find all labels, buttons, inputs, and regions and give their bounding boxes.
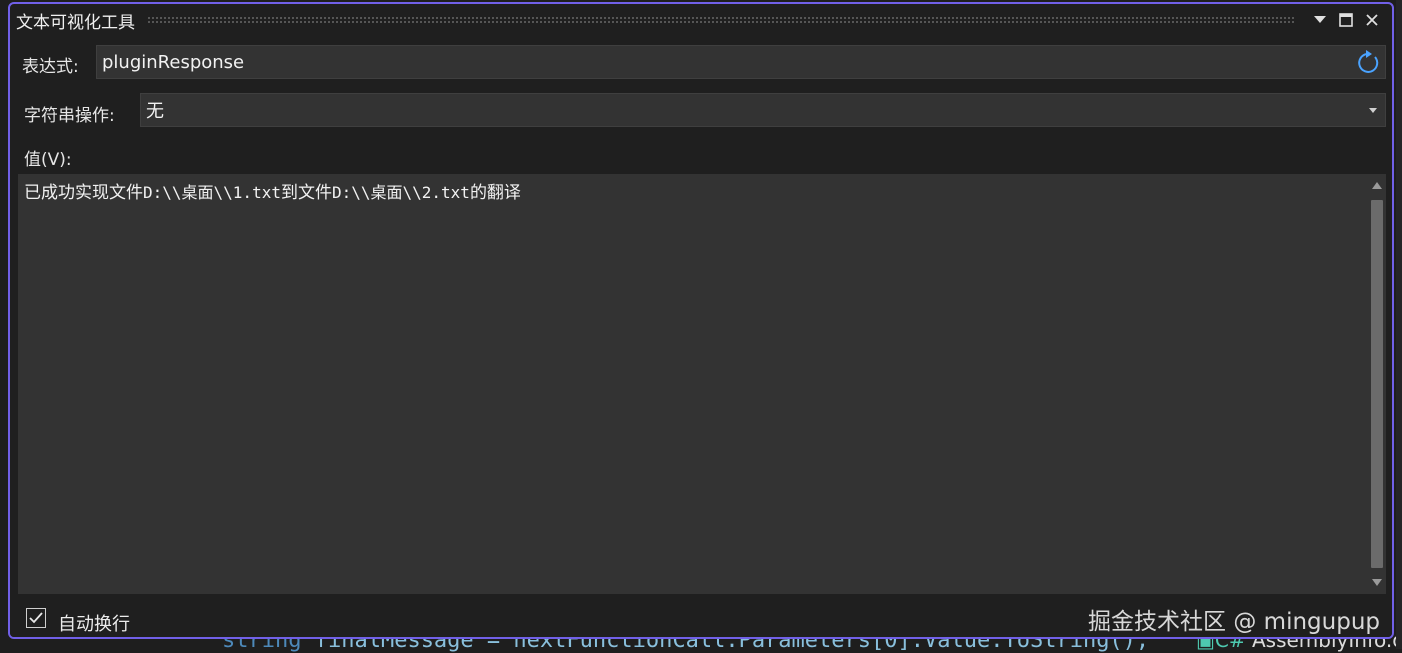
window-menu-button[interactable] — [1308, 8, 1332, 32]
value-text: 已成功实现文件D:\\桌面\\1.txt到文件D:\\桌面\\2.txt的翻译 — [24, 183, 521, 203]
expression-label: 表达式: — [22, 57, 79, 77]
value-textbox[interactable]: 已成功实现文件D:\\桌面\\1.txt到文件D:\\桌面\\2.txt的翻译 — [18, 174, 1386, 594]
word-wrap-checkbox[interactable] — [26, 608, 46, 628]
string-operation-value: 无 — [146, 101, 164, 122]
scroll-thumb[interactable] — [1371, 200, 1383, 568]
scroll-down-icon[interactable] — [1372, 579, 1382, 586]
title-bar[interactable]: 文本可视化工具 — [10, 4, 1392, 36]
word-wrap-label[interactable]: 自动换行 — [58, 610, 130, 636]
string-operation-label: 字符串操作: — [24, 106, 115, 126]
watermark: 掘金技术社区 @ mingupup — [1088, 609, 1380, 635]
checkmark-icon — [29, 612, 43, 624]
close-button[interactable] — [1360, 8, 1384, 32]
value-label: 值(V): — [24, 150, 72, 170]
expression-value: pluginResponse — [102, 51, 245, 73]
expression-input[interactable]: pluginResponse — [96, 45, 1386, 79]
footer: 自动换行 掘金技术社区 @ mingupup — [10, 596, 1392, 637]
drag-grip[interactable] — [147, 16, 1296, 24]
maximize-button[interactable] — [1334, 8, 1358, 32]
background-edge — [1396, 0, 1402, 649]
string-operation-select[interactable]: 无 — [140, 93, 1386, 127]
text-visualizer-dialog: 文本可视化工具 表达式: pluginResponse 字符串操作: 无 值(V… — [8, 2, 1394, 639]
dialog-title: 文本可视化工具 — [16, 12, 135, 33]
close-icon — [1366, 14, 1378, 26]
scroll-up-icon[interactable] — [1372, 182, 1382, 189]
chevron-down-icon — [1314, 16, 1326, 23]
refresh-icon[interactable] — [1355, 50, 1381, 81]
maximize-icon — [1339, 13, 1353, 27]
chevron-down-icon — [1369, 108, 1377, 113]
vertical-scrollbar[interactable] — [1368, 174, 1386, 594]
